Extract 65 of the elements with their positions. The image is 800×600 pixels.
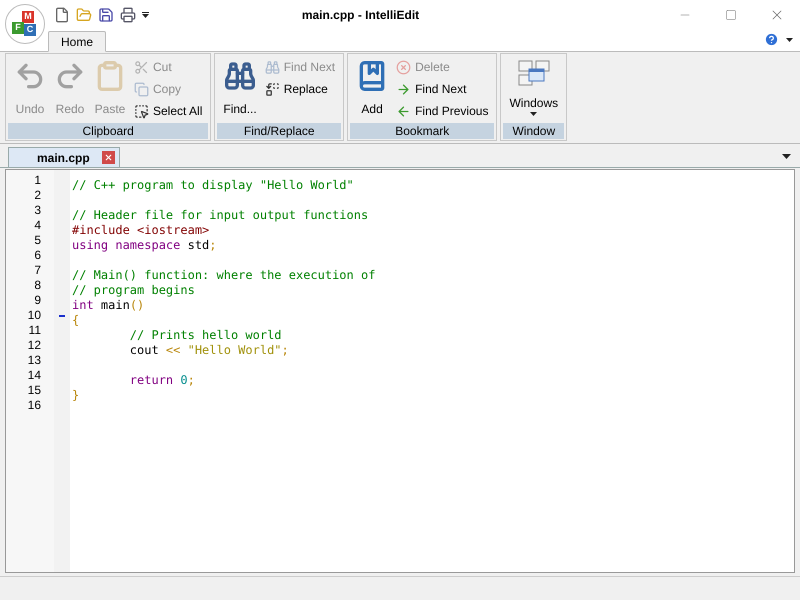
- dropdown-arrow-icon[interactable]: [782, 154, 791, 159]
- group-title: Find/Replace: [217, 123, 342, 139]
- maximize-icon[interactable]: [725, 9, 737, 21]
- printer-icon[interactable]: [120, 7, 136, 23]
- line-number: 10: [28, 308, 41, 323]
- copy-icon: [134, 82, 149, 96]
- group-title: Clipboard: [8, 123, 208, 139]
- line-number: 13: [28, 353, 41, 368]
- line-number: 16: [28, 398, 41, 413]
- line-number: 15: [28, 383, 41, 398]
- document-tab[interactable]: main.cpp: [8, 147, 120, 167]
- fold-marker-icon[interactable]: [59, 314, 65, 316]
- line-number: 8: [34, 278, 41, 293]
- line-number: 12: [28, 338, 41, 353]
- group-title: Bookmark: [350, 123, 494, 139]
- dropdown-arrow-icon[interactable]: [786, 38, 793, 42]
- code-line: }: [72, 388, 80, 402]
- close-tab-icon[interactable]: [102, 151, 115, 164]
- line-number: 2: [34, 188, 41, 203]
- ribbon-button[interactable]: Windows: [505, 56, 562, 122]
- dropdown-arrow-icon: [530, 112, 538, 116]
- code-line: #include <iostream>: [72, 223, 210, 237]
- code-line: cout << "Hello World";: [128, 343, 289, 357]
- ribbon-button[interactable]: Find Next: [392, 78, 492, 100]
- code-line: {: [72, 313, 80, 327]
- arrow-right-icon: [396, 82, 412, 96]
- code-line: // Prints hello world: [128, 328, 282, 342]
- line-number: 3: [34, 203, 41, 218]
- code-line: // program begins: [72, 283, 195, 297]
- logo-letter: F: [12, 22, 24, 34]
- help-icon[interactable]: [764, 32, 779, 47]
- logo-letter: M: [22, 11, 34, 23]
- line-number: 9: [34, 293, 41, 308]
- code-line: // Header file for input output functions: [72, 208, 368, 222]
- ribbon-tab[interactable]: Home: [48, 31, 106, 52]
- code-line: int main(): [72, 298, 144, 312]
- line-number: 7: [34, 263, 41, 278]
- code-line: using namespace std;: [72, 238, 217, 252]
- ribbon-button[interactable]: Replace: [260, 78, 340, 100]
- windows-icon: [518, 60, 550, 86]
- code-line: // C++ program to display "Hello World": [72, 178, 354, 192]
- code-line: return 0;: [128, 373, 195, 387]
- replace-icon: [264, 82, 280, 96]
- delete-icon: [396, 60, 412, 74]
- line-number: 14: [28, 368, 41, 383]
- scissors-icon: [134, 60, 149, 74]
- binoculars-icon: [264, 60, 280, 74]
- line-number: 11: [28, 323, 41, 338]
- dropdown-arrow-icon[interactable]: [142, 12, 149, 18]
- group-title: Window: [503, 123, 564, 139]
- line-number: 4: [34, 218, 41, 233]
- ribbon-button[interactable]: Find Previous: [392, 100, 492, 122]
- line-number: 6: [34, 248, 41, 263]
- line-number: 1: [34, 173, 41, 188]
- code-line: // Main() function: where the execution of: [72, 268, 376, 282]
- ribbon-button[interactable]: Find...: [219, 56, 261, 122]
- ribbon-button[interactable]: Add: [352, 56, 392, 122]
- save-icon[interactable]: [98, 7, 114, 23]
- new-file-icon[interactable]: [54, 7, 70, 23]
- logo-letter: C: [24, 24, 36, 36]
- line-number: 5: [34, 233, 41, 248]
- selection-icon: [134, 104, 149, 118]
- window-title: main.cpp - IntelliEdit: [300, 7, 420, 24]
- binoculars-icon: [224, 60, 256, 92]
- ribbon-button[interactable]: Select All: [130, 100, 206, 122]
